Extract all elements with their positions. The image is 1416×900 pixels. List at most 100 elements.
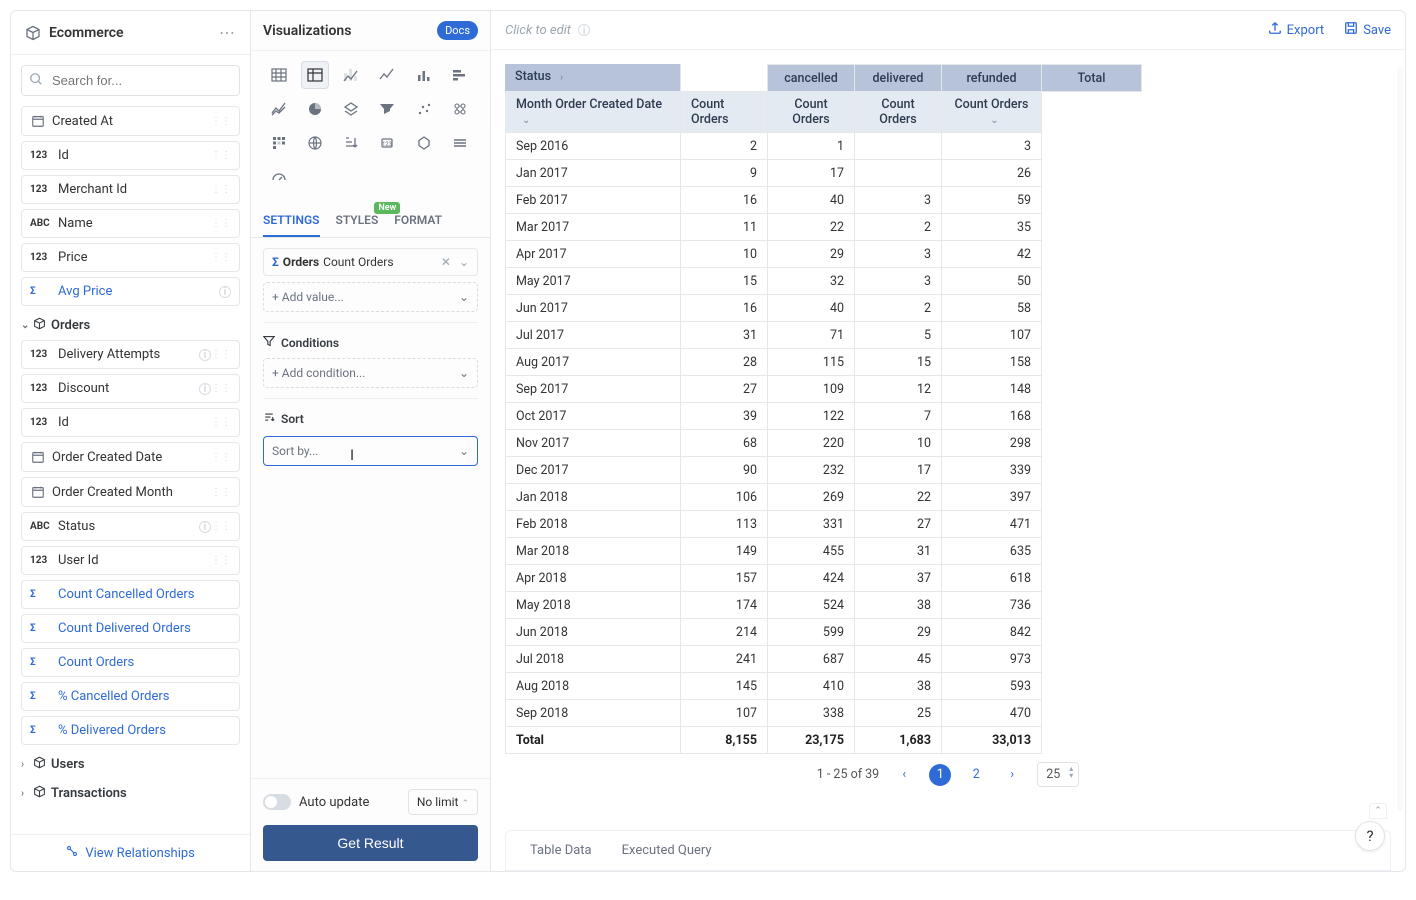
group-header-users[interactable]: › Users bbox=[21, 750, 240, 779]
auto-update-toggle[interactable] bbox=[263, 794, 291, 810]
viz-type-8[interactable] bbox=[337, 95, 365, 123]
drag-handle-icon[interactable]: ⋮⋮ bbox=[211, 150, 231, 161]
group-header-orders[interactable]: ⌄ Orders bbox=[21, 311, 240, 340]
search-input[interactable] bbox=[21, 65, 240, 96]
tab-table-data[interactable]: Table Data bbox=[530, 843, 592, 858]
tab-styles[interactable]: STYLES New bbox=[336, 205, 379, 237]
measure-count-cancelled-orders[interactable]: Σ Count Cancelled Orders bbox=[21, 580, 240, 609]
field-created at[interactable]: Created At ⋮⋮ bbox=[21, 106, 240, 136]
count-orders-header[interactable]: Count Orders bbox=[855, 92, 942, 133]
chevron-right-icon[interactable]: › bbox=[560, 72, 563, 83]
drag-handle-icon[interactable]: ⋮⋮ bbox=[211, 452, 231, 463]
drag-handle-icon[interactable]: ⋮⋮ bbox=[211, 521, 231, 532]
field-price[interactable]: 123 Price ⋮⋮ bbox=[21, 243, 240, 272]
view-relationships-link[interactable]: View Relationships bbox=[66, 846, 195, 861]
docs-badge[interactable]: Docs bbox=[437, 21, 478, 40]
sort-by-input[interactable]: Sort by... ⌄ I bbox=[263, 436, 478, 466]
field-order created date[interactable]: Order Created Date ⋮⋮ bbox=[21, 442, 240, 472]
viz-type-4[interactable] bbox=[410, 61, 438, 89]
limit-select[interactable]: No limit ⌃ bbox=[408, 789, 478, 815]
viz-type-10[interactable] bbox=[410, 95, 438, 123]
drag-handle-icon[interactable]: ⋮⋮ bbox=[211, 116, 231, 127]
tab-settings[interactable]: SETTINGS bbox=[263, 205, 320, 237]
field-label: Merchant Id bbox=[58, 182, 211, 197]
table-row: Mar 2018 149 455 31 635 bbox=[506, 538, 1142, 565]
page-size-select[interactable]: 25 ▴▾ bbox=[1037, 762, 1079, 787]
viz-type-18[interactable] bbox=[265, 163, 293, 191]
table-row: Jun 2017 16 40 2 58 bbox=[506, 295, 1142, 322]
viz-type-15[interactable]: 123 bbox=[373, 129, 401, 157]
chevron-down-icon[interactable]: ⌄ bbox=[522, 115, 530, 126]
measure--delivered-orders[interactable]: Σ % Delivered Orders bbox=[21, 716, 240, 745]
chevron-down-icon[interactable]: ⌄ bbox=[990, 115, 998, 126]
field-order created month[interactable]: Order Created Month ⋮⋮ bbox=[21, 477, 240, 507]
tab-format[interactable]: FORMAT bbox=[394, 205, 442, 237]
count-orders-header[interactable]: Count Orders bbox=[768, 92, 855, 133]
page-2[interactable]: 2 bbox=[965, 764, 987, 786]
status-col-cancelled[interactable]: cancelled bbox=[768, 65, 855, 92]
page-next[interactable]: › bbox=[1001, 764, 1023, 786]
svg-text:123: 123 bbox=[382, 141, 392, 148]
count-orders-header[interactable]: Count Orders ⌄ bbox=[942, 92, 1042, 133]
remove-value-icon[interactable]: ✕ bbox=[441, 255, 451, 269]
viz-type-9[interactable] bbox=[373, 95, 401, 123]
viz-type-5[interactable] bbox=[446, 61, 474, 89]
viz-type-0[interactable] bbox=[265, 61, 293, 89]
add-value-button[interactable]: + Add value... ⌄ bbox=[263, 282, 478, 312]
viz-type-14[interactable] bbox=[337, 129, 365, 157]
count-orders-header[interactable]: Count Orders bbox=[681, 92, 768, 133]
page-prev[interactable]: ‹ bbox=[893, 764, 915, 786]
scrollbar[interactable] bbox=[1397, 67, 1403, 811]
viz-type-6[interactable] bbox=[265, 95, 293, 123]
click-to-edit[interactable]: Click to edit i bbox=[505, 23, 590, 38]
export-button[interactable]: Export bbox=[1268, 21, 1325, 39]
measure-count-delivered-orders[interactable]: Σ Count Delivered Orders bbox=[21, 614, 240, 643]
measure-count-orders[interactable]: Σ Count Orders bbox=[21, 648, 240, 677]
drag-handle-icon[interactable]: ⋮⋮ bbox=[211, 252, 231, 263]
collapse-up-icon[interactable]: ⌃ bbox=[1369, 803, 1387, 819]
field-label: Avg Price bbox=[58, 284, 215, 299]
viz-type-12[interactable] bbox=[265, 129, 293, 157]
save-button[interactable]: Save bbox=[1344, 21, 1391, 39]
viz-type-7[interactable] bbox=[301, 95, 329, 123]
status-col-refunded[interactable]: refunded bbox=[942, 65, 1042, 92]
measure-avg-price[interactable]: Σ Avg Price i bbox=[21, 277, 240, 306]
drag-handle-icon[interactable]: ⋮⋮ bbox=[211, 487, 231, 498]
viz-type-16[interactable] bbox=[410, 129, 438, 157]
add-condition-button[interactable]: + Add condition... ⌄ bbox=[263, 358, 478, 388]
value-chip[interactable]: Σ Orders Count Orders ✕ ⌄ bbox=[263, 248, 478, 276]
measure--cancelled-orders[interactable]: Σ % Cancelled Orders bbox=[21, 682, 240, 711]
chevron-down-icon[interactable]: ⌄ bbox=[459, 255, 469, 269]
field-id[interactable]: 123 Id ⋮⋮ bbox=[21, 141, 240, 170]
page-1[interactable]: 1 bbox=[929, 764, 951, 786]
field-discount[interactable]: 123 Discount i ⋮⋮ bbox=[21, 374, 240, 403]
group-header-transactions[interactable]: › Transactions bbox=[21, 779, 240, 808]
field-status[interactable]: ABC Status i ⋮⋮ bbox=[21, 512, 240, 541]
get-result-button[interactable]: Get Result bbox=[263, 825, 478, 861]
viz-type-11[interactable] bbox=[446, 95, 474, 123]
field-name[interactable]: ABC Name ⋮⋮ bbox=[21, 209, 240, 238]
status-col-delivered[interactable]: delivered bbox=[855, 65, 942, 92]
field-id[interactable]: 123 Id ⋮⋮ bbox=[21, 408, 240, 437]
viz-type-13[interactable] bbox=[301, 129, 329, 157]
month-header[interactable]: Month Order Created Date bbox=[516, 97, 662, 112]
drag-handle-icon[interactable]: ⋮⋮ bbox=[211, 218, 231, 229]
drag-handle-icon[interactable]: ⋮⋮ bbox=[211, 349, 231, 360]
viz-type-3[interactable] bbox=[373, 61, 401, 89]
field-delivery attempts[interactable]: 123 Delivery Attempts i ⋮⋮ bbox=[21, 340, 240, 369]
help-button[interactable]: ? bbox=[1355, 821, 1385, 851]
table-row: Dec 2017 90 232 17 339 bbox=[506, 457, 1142, 484]
drag-handle-icon[interactable]: ⋮⋮ bbox=[211, 184, 231, 195]
viz-type-17[interactable] bbox=[446, 129, 474, 157]
viz-type-1[interactable] bbox=[301, 61, 329, 89]
status-header[interactable]: Status bbox=[515, 69, 551, 84]
field-user id[interactable]: 123 User Id ⋮⋮ bbox=[21, 546, 240, 575]
field-merchant id[interactable]: 123 Merchant Id ⋮⋮ bbox=[21, 175, 240, 204]
drag-handle-icon[interactable]: ⋮⋮ bbox=[211, 383, 231, 394]
sidebar-more-icon[interactable]: ⋯ bbox=[219, 23, 236, 42]
drag-handle-icon[interactable]: ⋮⋮ bbox=[211, 417, 231, 428]
tab-executed-query[interactable]: Executed Query bbox=[622, 843, 712, 858]
status-col-total[interactable]: Total bbox=[1042, 65, 1142, 92]
viz-type-2[interactable] bbox=[337, 61, 365, 89]
drag-handle-icon[interactable]: ⋮⋮ bbox=[211, 555, 231, 566]
